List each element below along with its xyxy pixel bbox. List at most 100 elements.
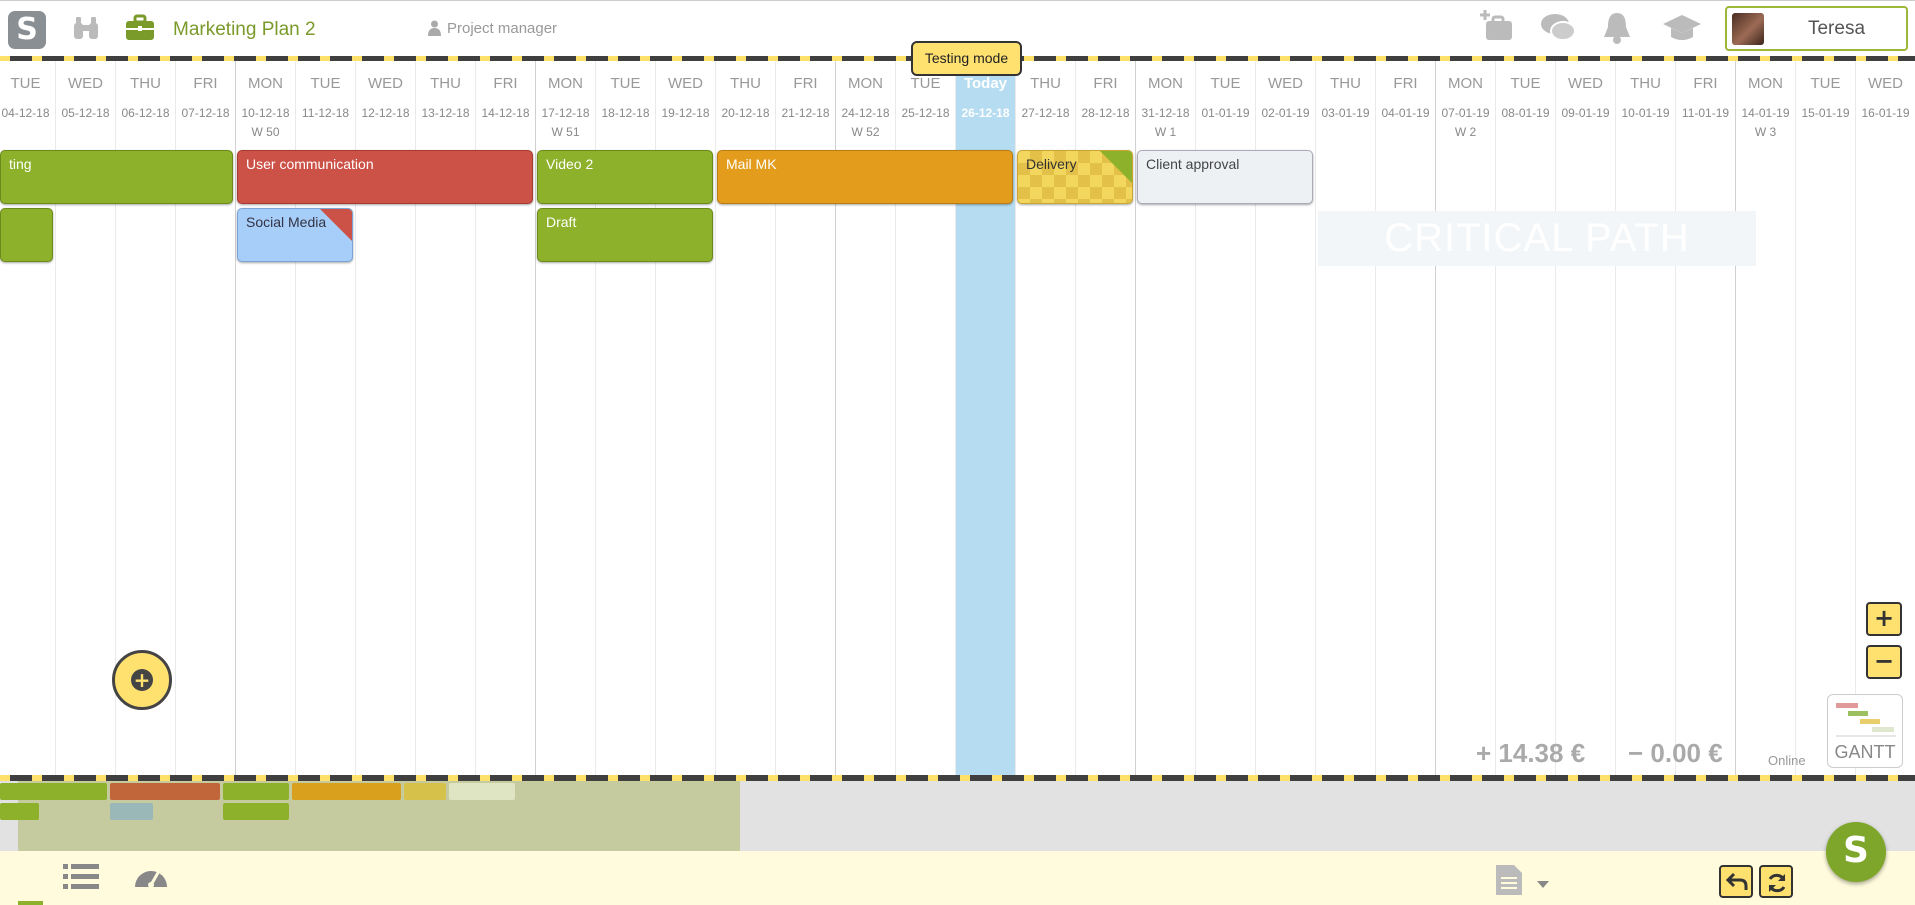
task-label: Mail MK [726, 156, 777, 172]
task-label: Social Media [246, 214, 327, 230]
task-bar[interactable]: Delivery [1017, 150, 1133, 204]
gantt-view-button[interactable]: GANTT [1827, 694, 1903, 768]
day-name: MON [548, 75, 583, 92]
day-date: 12-12-18 [361, 106, 410, 120]
chat-support-button[interactable]: S [1826, 822, 1886, 882]
user-menu[interactable]: Teresa [1725, 6, 1908, 51]
graduation-cap-icon[interactable] [1662, 12, 1702, 44]
day-date: 04-01-19 [1381, 106, 1430, 120]
week-number: W 50 [251, 125, 280, 139]
day-date: 02-01-19 [1261, 106, 1310, 120]
day-date: 04-12-18 [1, 106, 50, 120]
gantt-chart-icon [1836, 703, 1896, 737]
day-date: 11-12-18 [301, 106, 350, 120]
zoom-in-button[interactable]: + [1866, 602, 1902, 636]
task-bar[interactable]: Social Media [237, 208, 353, 262]
add-project-icon[interactable] [1478, 9, 1518, 45]
task-flag-corner [320, 209, 352, 241]
day-date: 10-12-18 [241, 106, 290, 120]
day-date: 24-12-18 [841, 106, 890, 120]
week-number: W 51 [551, 125, 580, 139]
day-date: 10-01-19 [1621, 106, 1670, 120]
day-date: 07-12-18 [181, 106, 230, 120]
day-name: Today [963, 75, 1008, 92]
task-bar[interactable]: ting [0, 150, 233, 204]
day-date: 06-12-18 [121, 106, 170, 120]
day-column: MON 14-01-19 W 3 [1735, 61, 1795, 775]
day-name: TUE [10, 75, 41, 92]
task-label: User communication [246, 156, 374, 172]
day-date: 05-12-18 [61, 106, 110, 120]
day-name: THU [130, 75, 161, 92]
expense-total: − 0.00 € [1628, 738, 1723, 768]
add-task-button[interactable]: + [112, 650, 172, 710]
task-bar[interactable] [0, 208, 53, 262]
day-name: MON [1148, 75, 1183, 92]
minimap-task [223, 783, 289, 800]
task-label: Client approval [1146, 156, 1240, 172]
day-name: THU [1330, 75, 1361, 92]
task-bar[interactable]: User communication [237, 150, 533, 204]
day-name: WED [368, 75, 403, 92]
refresh-button[interactable] [1759, 865, 1793, 898]
task-bar[interactable]: Video 2 [537, 150, 713, 204]
day-date: 27-12-18 [1021, 106, 1070, 120]
day-date: 09-01-19 [1561, 106, 1610, 120]
week-number: W 1 [1154, 125, 1177, 139]
day-date: 21-12-18 [781, 106, 830, 120]
day-date: 15-01-19 [1801, 106, 1850, 120]
bell-icon[interactable] [1602, 11, 1632, 45]
day-name: THU [1630, 75, 1661, 92]
minimap-task [0, 783, 107, 800]
minimap-task [449, 783, 515, 800]
day-name: THU [730, 75, 761, 92]
timeline-minimap[interactable] [0, 781, 1915, 851]
day-name: TUE [1810, 75, 1841, 92]
list-view-icon[interactable] [63, 862, 99, 892]
app-logo[interactable]: S [8, 11, 46, 49]
day-name: TUE [1210, 75, 1241, 92]
day-name: TUE [910, 75, 941, 92]
day-name: WED [1568, 75, 1603, 92]
chat-icon[interactable] [1540, 12, 1576, 44]
day-name: THU [430, 75, 461, 92]
day-date: 16-01-19 [1861, 106, 1910, 120]
day-date: 08-01-19 [1501, 106, 1550, 120]
day-name: FRI [1093, 75, 1118, 92]
task-bar[interactable]: Mail MK [717, 150, 1013, 204]
day-date: 19-12-18 [661, 106, 710, 120]
day-column: FRI 04-01-19 [1375, 61, 1435, 775]
day-name: WED [1868, 75, 1903, 92]
undo-button[interactable] [1719, 865, 1753, 898]
gantt-label: GANTT [1834, 742, 1896, 762]
week-number: W 52 [851, 125, 880, 139]
zoom-out-button[interactable]: − [1866, 645, 1902, 679]
task-flag-corner [1100, 151, 1132, 183]
dashboard-icon[interactable] [133, 861, 169, 893]
task-bar[interactable]: Draft [537, 208, 713, 262]
day-date: 18-12-18 [601, 106, 650, 120]
testing-mode-badge[interactable]: Testing mode [911, 41, 1022, 76]
user-icon [428, 20, 441, 36]
caret-down-icon[interactable] [1537, 881, 1549, 889]
day-name: TUE [1510, 75, 1541, 92]
day-name: MON [248, 75, 283, 92]
project-title[interactable]: Marketing Plan 2 [173, 19, 316, 41]
project-role: Project manager [447, 20, 558, 37]
task-bar[interactable]: Client approval [1137, 150, 1313, 204]
briefcase-icon[interactable] [124, 12, 156, 44]
day-name: TUE [610, 75, 641, 92]
day-name: FRI [1393, 75, 1418, 92]
minimap-task [0, 803, 39, 820]
week-number: W 3 [1754, 125, 1777, 139]
day-date: 07-01-19 [1441, 106, 1490, 120]
minimap-task [110, 803, 153, 820]
binoculars-icon[interactable] [70, 13, 102, 45]
day-date: 17-12-18 [541, 106, 590, 120]
day-date: 25-12-18 [901, 106, 950, 120]
day-date: 03-01-19 [1321, 106, 1370, 120]
task-label: Video 2 [546, 156, 594, 172]
task-label: ting [9, 156, 32, 172]
task-label: Delivery [1026, 156, 1077, 172]
document-icon[interactable] [1494, 863, 1524, 897]
